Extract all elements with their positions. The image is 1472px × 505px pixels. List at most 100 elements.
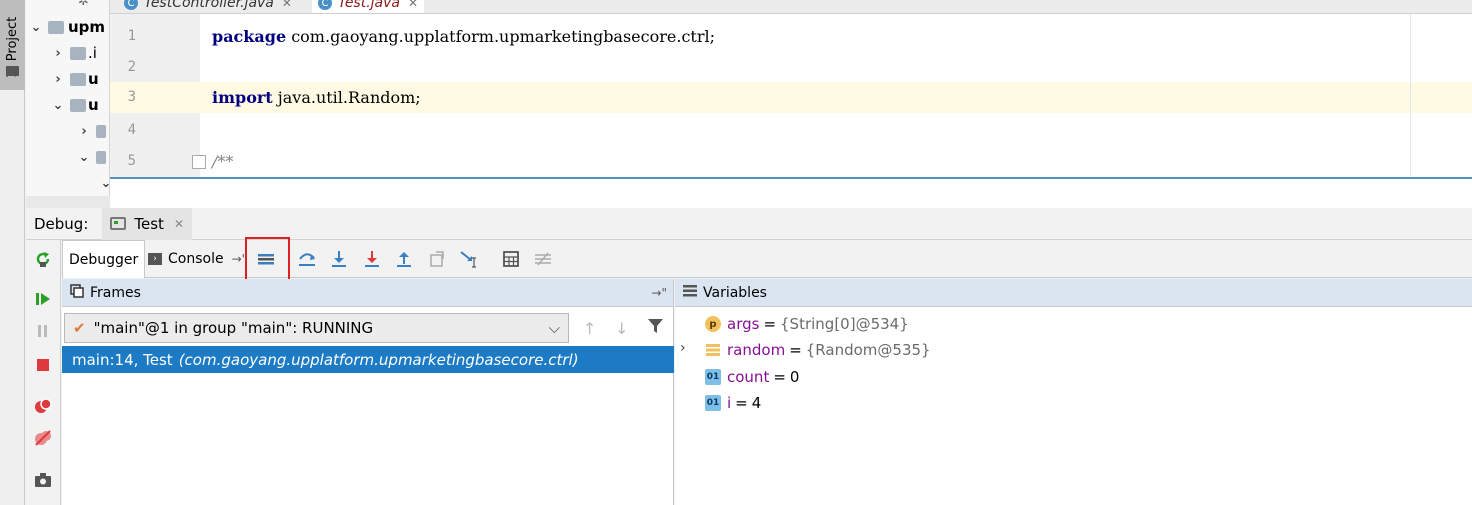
code-line-current[interactable]: 3 import java.util.Random; bbox=[110, 82, 1472, 113]
module-folder-icon bbox=[70, 72, 86, 86]
chevron-down-icon[interactable]: ⌵ bbox=[549, 319, 560, 337]
editor-tab-test[interactable]: C Test.java ✕ bbox=[312, 0, 425, 13]
tree-item-label: u bbox=[88, 70, 99, 88]
pin-arrow-icon[interactable]: →" bbox=[651, 286, 667, 300]
chevron-right-icon[interactable]: › bbox=[52, 72, 64, 87]
stop-icon[interactable] bbox=[33, 355, 53, 375]
step-out-icon[interactable] bbox=[393, 248, 415, 270]
frames-icon bbox=[70, 283, 84, 302]
tree-item[interactable]: ⌄ upm bbox=[30, 14, 106, 40]
tree-item[interactable]: › u bbox=[52, 66, 99, 92]
variable-value: 4 bbox=[751, 394, 762, 412]
keyword: import bbox=[212, 88, 273, 107]
run-to-cursor-icon[interactable] bbox=[458, 248, 480, 270]
filter-icon[interactable] bbox=[648, 319, 663, 337]
tool-window-stripe: 1: Project bbox=[0, 0, 25, 505]
debug-session-label: Test bbox=[134, 214, 164, 233]
java-class-icon: C bbox=[124, 0, 138, 10]
variable-row[interactable]: 01 i = 4 bbox=[675, 390, 1472, 416]
variables-header: Variables bbox=[675, 279, 1472, 307]
line-number: 4 bbox=[127, 122, 136, 138]
variables-icon bbox=[683, 284, 697, 301]
tree-item-label: .i bbox=[88, 44, 97, 62]
rerun-icon[interactable] bbox=[33, 249, 53, 269]
tree-horizontal-scrollbar[interactable] bbox=[26, 196, 110, 208]
line-number: 2 bbox=[127, 59, 136, 75]
variable-name: random bbox=[727, 341, 786, 359]
debug-session-tab[interactable]: Test ✕ bbox=[102, 207, 192, 240]
variables-title: Variables bbox=[703, 284, 767, 301]
field-icon bbox=[705, 342, 721, 358]
variable-name: i bbox=[727, 394, 732, 412]
thread-selector-value: "main"@1 in group "main": RUNNING bbox=[93, 319, 374, 337]
thread-selector[interactable]: ✔ "main"@1 in group "main": RUNNING ⌵ bbox=[64, 313, 569, 343]
chevron-right-icon[interactable]: › bbox=[52, 46, 64, 61]
parameter-icon: p bbox=[705, 316, 721, 332]
variable-row[interactable]: p args = {String[0]@534} bbox=[675, 311, 1472, 337]
variable-name: args bbox=[727, 315, 760, 333]
frames-title: Frames bbox=[90, 284, 141, 301]
arrow-up-icon[interactable]: ↑ bbox=[583, 319, 596, 338]
fold-marker-icon[interactable] bbox=[192, 155, 206, 169]
primitive-icon: 01 bbox=[705, 369, 721, 385]
chevron-down-icon[interactable]: ⌄ bbox=[30, 20, 42, 35]
gear-icon[interactable]: ✲ bbox=[78, 0, 92, 9]
editor-bottom-strip bbox=[110, 179, 1472, 208]
variable-row[interactable]: 01 count = 0 bbox=[675, 364, 1472, 390]
chevron-down-icon[interactable]: ⌄ bbox=[52, 98, 64, 113]
code-text: package com.gaoyang.upplatform.upmarketi… bbox=[212, 27, 715, 46]
drop-frame-icon[interactable] bbox=[426, 248, 448, 270]
frame-row-selected[interactable]: main:14, Test (com.gaoyang.upplatform.up… bbox=[62, 346, 674, 373]
editor-tab-label: TestController.java bbox=[144, 0, 274, 11]
tree-item[interactable]: ⌄ u bbox=[52, 92, 99, 118]
code-line[interactable]: 2 bbox=[110, 52, 1472, 83]
tab-debugger[interactable]: Debugger bbox=[62, 240, 146, 278]
arrow-down-icon[interactable]: ↓ bbox=[615, 319, 628, 338]
code-text: import java.util.Random; bbox=[212, 88, 421, 107]
variable-equals: = bbox=[735, 394, 748, 412]
frames-header: Frames →" bbox=[62, 279, 673, 307]
debug-actions-bar bbox=[26, 240, 61, 505]
code-line[interactable]: 5 /** bbox=[110, 146, 1472, 177]
code-rest: java.util.Random; bbox=[272, 88, 421, 107]
frame-package: (com.gaoyang.upplatform.upmarketingbasec… bbox=[178, 350, 579, 369]
tab-console[interactable]: › Console →" bbox=[142, 240, 253, 278]
pause-icon[interactable] bbox=[33, 321, 53, 341]
close-icon[interactable]: ✕ bbox=[408, 0, 418, 10]
view-breakpoints-icon[interactable] bbox=[33, 396, 53, 416]
mute-breakpoints-icon[interactable] bbox=[33, 428, 53, 448]
tree-item[interactable]: ⌄ bbox=[100, 170, 109, 196]
step-into-icon[interactable] bbox=[328, 248, 350, 270]
tree-item[interactable]: › .i bbox=[52, 40, 97, 66]
chevron-down-icon[interactable]: ⌄ bbox=[100, 176, 109, 191]
camera-icon[interactable] bbox=[33, 470, 53, 490]
close-icon[interactable]: ✕ bbox=[174, 217, 184, 231]
variable-value: 0 bbox=[789, 368, 800, 386]
java-class-icon: C bbox=[318, 0, 332, 10]
variable-row[interactable]: › random = {Random@535} bbox=[675, 337, 1472, 363]
variable-equals: = bbox=[789, 341, 802, 359]
code-line[interactable]: 4 bbox=[110, 115, 1472, 146]
resume-icon[interactable] bbox=[33, 289, 53, 309]
variables-panel: Variables p args = {String[0]@534} › ran… bbox=[675, 279, 1472, 505]
chevron-right-icon[interactable]: › bbox=[78, 124, 90, 139]
trace-stream-icon[interactable] bbox=[532, 248, 554, 270]
variable-value: {String[0]@534} bbox=[780, 315, 909, 333]
chevron-right-icon[interactable]: › bbox=[680, 340, 686, 356]
chevron-down-icon[interactable]: ⌄ bbox=[78, 150, 90, 165]
code-editor[interactable]: 1 package com.gaoyang.upplatform.upmarke… bbox=[110, 14, 1472, 177]
code-comment: /** bbox=[212, 152, 234, 171]
variable-equals: = bbox=[773, 368, 786, 386]
force-step-into-icon[interactable] bbox=[361, 248, 383, 270]
code-rest: com.gaoyang.upplatform.upmarketingbaseco… bbox=[286, 27, 715, 46]
project-tool-tab[interactable]: 1: Project bbox=[0, 0, 25, 90]
tree-item[interactable]: ⌄ bbox=[78, 144, 106, 170]
debug-label: Debug: bbox=[34, 214, 89, 233]
close-icon[interactable]: ✕ bbox=[282, 0, 292, 10]
step-over-icon[interactable] bbox=[296, 248, 318, 270]
editor-tab-testcontroller[interactable]: C TestController.java ✕ bbox=[118, 0, 298, 13]
code-line[interactable]: 1 package com.gaoyang.upplatform.upmarke… bbox=[110, 21, 1472, 52]
check-icon: ✔ bbox=[73, 319, 86, 337]
tree-item[interactable]: › bbox=[78, 118, 106, 144]
evaluate-expression-icon[interactable] bbox=[500, 248, 522, 270]
